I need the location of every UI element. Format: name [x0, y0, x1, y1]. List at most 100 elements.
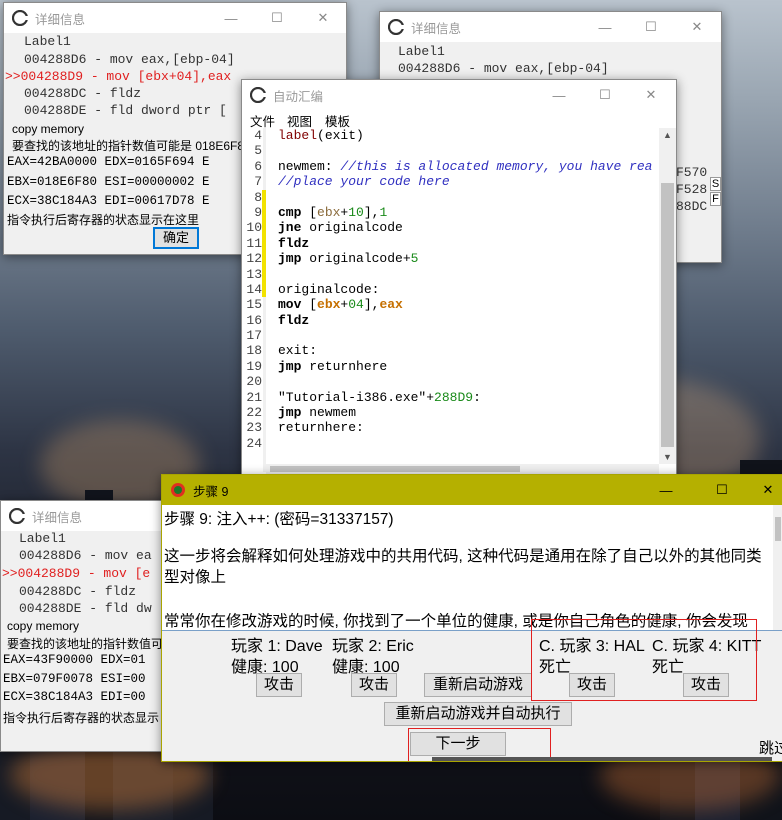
auto-assemble-window: 自动汇编 — ☐ ✕ 文件 视图 模板 4 5 6 7 8 9 10 11 12 13 14 15 16… — [241, 79, 677, 481]
description-scrollbar[interactable] — [773, 505, 782, 630]
reg-fragment: F528 — [676, 182, 708, 197]
close-button[interactable]: ✕ — [628, 80, 674, 110]
attack-button-player1[interactable]: 攻击 — [256, 673, 302, 697]
registers-footer: 指令执行后寄存器的状态显示 — [3, 711, 160, 725]
scroll-up-icon[interactable]: ▲ — [663, 130, 672, 140]
skip-link[interactable]: 跳过 — [759, 737, 782, 758]
line-number: 23 — [246, 420, 262, 436]
code-line: mov [ebx+04],eax — [278, 297, 658, 312]
ok-button[interactable]: 确定 — [153, 227, 199, 249]
code-line: //place your code here — [278, 174, 658, 189]
code-text[interactable]: label(exit) newmem: //this is allocated … — [278, 128, 658, 451]
register-line: ECX=38C184A3 EDI=00617D78 E — [7, 194, 210, 208]
code-token: //this is allocated memory, you have rea — [340, 158, 653, 174]
title-bar: 自动汇编 — ☐ ✕ — [242, 80, 676, 110]
close-button[interactable]: ✕ — [300, 3, 346, 33]
minimize-button[interactable]: — — [643, 475, 689, 505]
line-number: 22 — [246, 405, 262, 421]
code-token: 5 — [410, 251, 419, 267]
code-line: cmp [ebx+10],1 — [278, 205, 658, 220]
code-token: newmem — [301, 405, 357, 421]
code-token: returnhere: — [278, 420, 364, 436]
window-title: 详细信息 — [411, 21, 462, 36]
close-button[interactable]: ✕ — [745, 475, 782, 505]
copy-memory-label[interactable]: copy memory — [12, 122, 84, 136]
highlight-box-players — [531, 619, 757, 701]
code-token: "Tutorial-i386.exe" — [278, 389, 427, 405]
code-token: fldz — [278, 312, 310, 328]
reg-fragment: 88DC — [676, 199, 708, 214]
disasm-line: 004288D6 - mov eax,[ebp-04] — [398, 61, 609, 76]
line-number: 5 — [254, 143, 262, 159]
title-bar: 详细信息 — ☐ ✕ — [380, 12, 721, 42]
title-bar: 详细信息 — ☐ ✕ — [4, 3, 346, 33]
line-number: 15 — [246, 297, 262, 313]
disasm-line-current: >>004288D9 - mov [e — [2, 566, 151, 581]
line-number: 8 — [254, 189, 262, 205]
code-line: jmp newmem — [278, 405, 658, 420]
side-char: S — [710, 177, 721, 191]
code-line: "Tutorial-i386.exe"+288D9: — [278, 390, 658, 405]
code-token: label — [278, 128, 318, 143]
maximize-button[interactable]: ☐ — [628, 12, 674, 42]
side-char: F — [710, 192, 721, 206]
code-token: jmp — [278, 251, 302, 267]
disasm-line: 004288DC - fldz — [19, 584, 137, 599]
vertical-scrollbar[interactable]: ▲ ▼ — [659, 128, 676, 464]
scrollbar-thumb[interactable] — [661, 183, 674, 447]
register-line: ECX=38C184A3 EDI=00 — [3, 690, 146, 704]
maximize-button[interactable]: ☐ — [699, 475, 745, 505]
step-description: 步骤 9: 注入++: (密码=31337157) 这一步将会解释如何处理游戏中… — [162, 505, 773, 630]
bottom-scrollbar[interactable] — [432, 757, 772, 761]
restart-game-button[interactable]: 重新启动游戏 — [424, 673, 532, 697]
code-token: eax — [379, 297, 403, 313]
line-number: 20 — [246, 374, 262, 390]
code-line: label(exit) — [278, 128, 658, 143]
cheat-engine-icon — [388, 19, 404, 35]
maximize-button[interactable]: ☐ — [582, 80, 628, 110]
scrollbar-thumb[interactable] — [775, 517, 781, 541]
code-token: ebx — [317, 297, 341, 313]
minimize-button[interactable]: — — [582, 12, 628, 42]
reg-fragment: F570 — [676, 165, 708, 180]
horizontal-scrollbar[interactable] — [266, 464, 659, 474]
restart-auto-button[interactable]: 重新启动游戏并自动执行 — [384, 702, 572, 726]
cheat-engine-icon — [12, 10, 28, 26]
code-token: fldz — [278, 235, 310, 251]
cheat-engine-icon — [250, 87, 266, 103]
step-heading: 步骤 9: 注入++: (密码=31337157) — [164, 511, 394, 528]
code-line: jmp originalcode+5 — [278, 251, 658, 266]
label1: Label1 — [19, 531, 66, 546]
step-paragraph: 这一步将会解释如何处理游戏中的共用代码, 这种代码是通用在除了自己以外的其他同类… — [164, 548, 762, 586]
code-token: 1 — [379, 204, 388, 220]
line-number: 9 — [254, 204, 262, 220]
copy-memory-label[interactable]: copy memory — [7, 619, 79, 633]
line-number: 12 — [246, 251, 262, 267]
code-line: jne originalcode — [278, 220, 658, 235]
code-token: jmp — [278, 358, 302, 374]
attack-button-player2[interactable]: 攻击 — [351, 673, 397, 697]
disasm-line: 004288D6 - mov eax,[ebp-04] — [24, 52, 235, 67]
line-number: 18 — [246, 343, 262, 359]
code-token: jmp — [278, 405, 302, 421]
code-line: exit: — [278, 343, 658, 358]
code-token: ], — [363, 297, 380, 313]
close-button[interactable]: ✕ — [674, 12, 720, 42]
maximize-button[interactable]: ☐ — [254, 3, 300, 33]
minimize-button[interactable]: — — [208, 3, 254, 33]
scroll-down-icon[interactable]: ▼ — [663, 452, 672, 462]
change-bar — [263, 128, 266, 472]
code-token: //place your code here — [278, 174, 450, 190]
line-number: 4 — [254, 128, 262, 143]
hscroll-thumb[interactable] — [270, 466, 520, 472]
window-title: 详细信息 — [32, 510, 83, 525]
code-token: ], — [363, 204, 380, 220]
code-line: fldz — [278, 236, 658, 251]
code-token: [ — [301, 204, 318, 220]
tutorial-icon — [170, 482, 186, 498]
minimize-button[interactable]: — — [536, 80, 582, 110]
code-editor[interactable]: 4 5 6 7 8 9 10 11 12 13 14 15 16 17 18 19 20 21 22 23 24 lab… — [242, 128, 676, 480]
